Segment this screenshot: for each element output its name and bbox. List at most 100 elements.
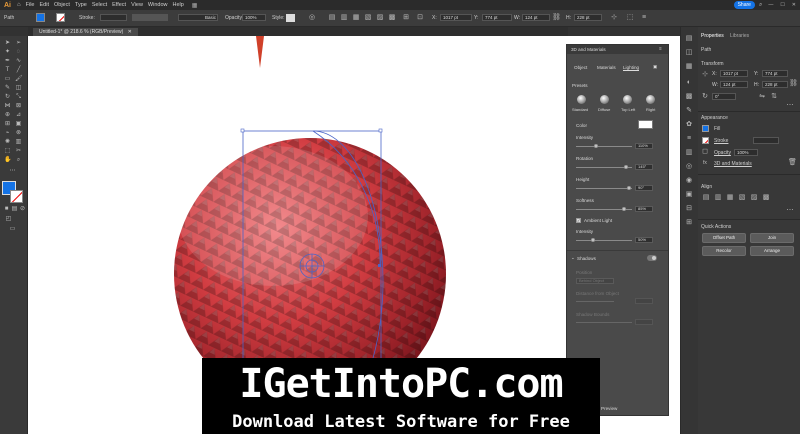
app-logo-icon[interactable]: Ai [4,2,11,9]
appearance-fill-swatch[interactable] [702,125,709,132]
props-align-right-icon[interactable]: ▦ [726,194,734,202]
width-tool-icon[interactable]: ⋈ [4,103,11,110]
intensity-field[interactable]: 110% [635,143,653,149]
appearance-dock-icon[interactable]: ◉ [685,177,693,185]
h-field[interactable]: 228 pt [574,14,602,21]
render-settings-icon[interactable]: ▣ [653,64,657,70]
stroke-swatch[interactable] [56,13,65,22]
panel-header[interactable]: 3D and Materials ≡ [567,45,668,54]
curvature-tool-icon[interactable]: ∿ [15,58,22,65]
link-icon[interactable]: ⛓ [552,14,561,22]
properties-dock-icon[interactable]: ▤ [685,35,693,43]
color-mode-icon[interactable]: ■ [3,206,10,213]
intensity-slider[interactable] [576,146,632,147]
props-align-center-icon[interactable]: ▥ [714,194,722,202]
graph-tool-icon[interactable]: ▥ [15,139,22,146]
layers-dock-icon[interactable]: ◫ [685,49,693,57]
props-x-field[interactable]: 1017 pt [720,70,748,77]
ambient-intensity-slider[interactable] [576,240,632,241]
softness-knob[interactable] [621,207,626,211]
stroke-dock-icon[interactable]: ≡ [685,135,693,143]
props-y-field[interactable]: 774 pt [762,70,788,77]
ambient-intensity-knob[interactable] [590,238,595,242]
props-align-middle-icon[interactable]: ▨ [750,194,758,202]
search-icon[interactable]: ⌕ [759,2,762,9]
minimize-icon[interactable]: — [768,2,773,8]
menu-select[interactable]: Select [92,2,107,8]
more-icon[interactable]: ≡ [640,14,648,22]
props-link-icon[interactable]: ⛓ [789,80,798,88]
recolor-icon[interactable]: ◎ [308,14,316,22]
panel-menu-icon[interactable]: ≡ [659,46,662,51]
height-slider[interactable] [576,188,632,189]
isolate-icon[interactable]: ⬚ [626,14,634,22]
preset-standard-icon[interactable] [577,95,586,104]
stroke-profile-field[interactable] [132,14,168,21]
direct-selection-tool-icon[interactable]: ➢ [15,40,22,47]
color-dock-icon[interactable]: ◐ [685,79,693,87]
edit-toolbar-icon[interactable]: ⋯ [9,168,16,175]
angle-field[interactable]: 0° [712,93,736,100]
preset-diffuse-icon[interactable] [600,95,609,104]
menu-effect[interactable]: Effect [112,2,126,8]
libraries-dock-icon[interactable]: ▦ [685,63,693,71]
mesh-tool-icon[interactable]: ⊞ [4,121,11,128]
align-bottom-icon[interactable]: ▩ [388,14,396,22]
light-color-swatch[interactable] [638,120,653,129]
close-icon[interactable]: ✕ [792,2,796,8]
eraser-tool-icon[interactable]: ◫ [15,85,22,92]
fx-icon[interactable]: fx [701,159,709,167]
align-left-icon[interactable]: ▤ [328,14,336,22]
tab-lighting[interactable]: Lighting [623,65,640,71]
appearance-stroke-swatch[interactable] [702,137,709,144]
tab-properties[interactable]: Properties [701,33,724,39]
props-align-left-icon[interactable]: ▤ [702,194,710,202]
handle-tl[interactable] [240,128,245,133]
shaper-tool-icon[interactable]: ✎ [4,85,11,92]
gradient-dock-icon[interactable]: ▥ [685,149,693,157]
shadow-bounds-slider[interactable] [576,322,632,323]
ambient-intensity-field[interactable]: 50% [635,237,653,243]
rotate-icon[interactable]: ↻ [701,93,709,101]
handle-mr[interactable] [378,264,381,267]
transparency-dock-icon[interactable]: ◎ [685,163,693,171]
none-mode-icon[interactable]: ⊘ [19,206,26,213]
symbol-sprayer-tool-icon[interactable]: ✺ [4,139,11,146]
offset-path-button[interactable]: Offset Path [702,233,746,243]
menu-object[interactable]: Object [54,2,70,8]
shape-builder-tool-icon[interactable]: ⊕ [4,112,11,119]
w-field[interactable]: 124 pt [522,14,550,21]
magic-wand-tool-icon[interactable]: ✦ [4,49,11,56]
paintbrush-tool-icon[interactable]: 🖌 [15,76,23,83]
height-knob[interactable] [627,186,632,190]
rotation-field[interactable]: 145° [635,164,653,170]
fx-3d-label[interactable]: 3D and Materials [714,161,752,167]
free-transform-tool-icon[interactable]: ⊠ [15,103,22,110]
slice-tool-icon[interactable]: ✂ [15,148,22,155]
align-center-icon[interactable]: ▥ [340,14,348,22]
stroke-weight-field[interactable] [100,14,127,21]
props-w-field[interactable]: 124 pt [720,81,748,88]
draw-mode-icon[interactable]: ◰ [5,216,12,223]
gradient-tool-icon[interactable]: ▣ [15,121,22,128]
share-button[interactable]: Share [733,1,755,9]
handle-tr[interactable] [378,128,383,133]
selection-tool-icon[interactable]: ➤ [4,40,11,47]
recolor-button[interactable]: Recolor [702,246,746,256]
transform-icon[interactable]: ⊡ [416,14,424,22]
shadows-chevron-icon[interactable]: ⌄ [571,255,575,261]
position-select[interactable]: Behind Object [576,278,614,284]
workspace-icon[interactable]: ▦ [192,2,198,9]
flip-vertical-icon[interactable]: ⇅ [770,93,778,101]
reference-point-icon[interactable]: ⊹ [701,71,709,79]
shadows-toggle[interactable] [647,255,657,261]
symbols-dock-icon[interactable]: ✿ [685,121,693,129]
pathfinder-dock-icon[interactable]: ⊞ [685,219,693,227]
pen-tool-icon[interactable]: ✒ [4,58,11,65]
menu-edit[interactable]: Edit [40,2,49,8]
fill-swatch[interactable] [36,13,45,22]
opacity-field[interactable]: 100% [242,14,266,21]
ambient-light-checkbox[interactable]: ✓ [576,218,581,223]
shadow-bounds-field[interactable] [635,319,653,325]
line-tool-icon[interactable]: ╱ [15,67,22,74]
